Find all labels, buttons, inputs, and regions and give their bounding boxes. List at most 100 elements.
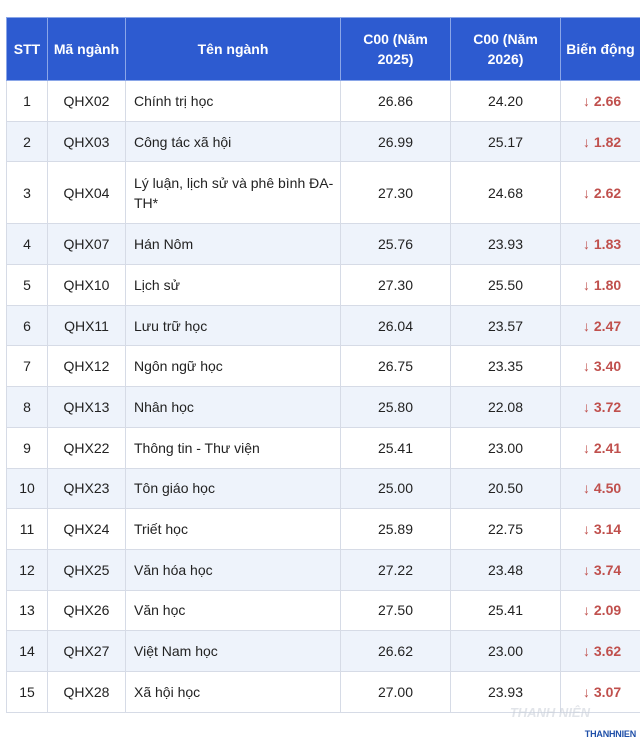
change-value: 3.74 bbox=[593, 561, 622, 578]
cell-name: Triết học bbox=[125, 508, 341, 550]
header-code: Mã ngành bbox=[47, 17, 126, 81]
cell-score-2025: 25.00 bbox=[340, 467, 451, 510]
cell-code: QHX11 bbox=[47, 304, 126, 347]
header-score-2025: C00 (Năm 2025) bbox=[340, 17, 451, 81]
table-row: 3 QHX04 Lý luận, lịch sử và phê bình ĐA-TH… bbox=[6, 161, 640, 225]
cell-stt: 11 bbox=[6, 508, 48, 550]
cell-score-2026: 22.08 bbox=[450, 386, 561, 428]
cell-change: ↓ 2.41 bbox=[560, 426, 640, 469]
cell-name: Xã hội học bbox=[125, 670, 341, 713]
header-score-2026: C00 (Năm 2026) bbox=[450, 17, 561, 81]
cell-score-2025: 26.86 bbox=[340, 80, 451, 122]
cell-name: Lý luận, lịch sử và phê bình ĐA-TH* bbox=[125, 161, 341, 225]
cell-stt: 6 bbox=[6, 304, 48, 347]
change-value: 3.72 bbox=[593, 398, 622, 415]
cell-score-2026: 25.41 bbox=[450, 589, 561, 632]
cell-change: ↓ 1.83 bbox=[560, 223, 640, 266]
table-header: STT Mã ngành Tên ngành C00 (Năm 2025) C0… bbox=[6, 17, 640, 81]
cell-score-2025: 27.22 bbox=[340, 548, 451, 591]
cell-change: ↓ 3.74 bbox=[560, 548, 640, 591]
cell-score-2026: 23.35 bbox=[450, 345, 561, 388]
arrow-down-icon: ↓ bbox=[583, 184, 590, 201]
cell-change: ↓ 2.66 bbox=[560, 80, 640, 122]
watermark-ghost: THANH NIÊN bbox=[509, 705, 590, 720]
change-value: 3.40 bbox=[593, 358, 622, 375]
cell-code: QHX27 bbox=[47, 630, 126, 672]
arrow-down-icon: ↓ bbox=[583, 480, 590, 497]
cell-stt: 4 bbox=[6, 223, 48, 266]
cell-score-2025: 25.41 bbox=[340, 426, 451, 469]
cell-name: Văn học bbox=[125, 589, 341, 632]
change-value: 2.41 bbox=[593, 439, 622, 456]
change-value: 2.47 bbox=[593, 317, 622, 334]
change-value: 3.07 bbox=[593, 683, 622, 700]
header-stt: STT bbox=[6, 17, 48, 81]
cell-name: Hán Nôm bbox=[125, 223, 341, 266]
change-value: 1.80 bbox=[593, 276, 622, 293]
header-name: Tên ngành bbox=[125, 17, 341, 81]
change-value: 2.66 bbox=[593, 92, 622, 109]
cell-code: QHX12 bbox=[47, 345, 126, 388]
cell-score-2025: 25.80 bbox=[340, 386, 451, 428]
cell-name: Tôn giáo học bbox=[125, 467, 341, 510]
table-row: 2 QHX03 Công tác xã hội 26.99 25.17 ↓ 1.82 bbox=[6, 120, 640, 163]
change-value: 3.14 bbox=[593, 521, 622, 538]
cell-score-2026: 22.75 bbox=[450, 508, 561, 550]
cell-code: QHX25 bbox=[47, 548, 126, 591]
cell-name: Ngôn ngữ học bbox=[125, 345, 341, 388]
arrow-down-icon: ↓ bbox=[583, 602, 590, 619]
cell-name: Công tác xã hội bbox=[125, 120, 341, 163]
cell-score-2026: 23.00 bbox=[450, 426, 561, 469]
table-row: 6 QHX11 Lưu trữ học 26.04 23.57 ↓ 2.47 bbox=[6, 304, 640, 347]
change-value: 4.50 bbox=[593, 480, 622, 497]
cell-score-2026: 23.93 bbox=[450, 223, 561, 266]
cell-code: QHX02 bbox=[47, 80, 126, 122]
cell-score-2025: 26.75 bbox=[340, 345, 451, 388]
change-value: 2.09 bbox=[593, 602, 622, 619]
cell-stt: 9 bbox=[6, 426, 48, 469]
table-row: 5 QHX10 Lịch sử 27.30 25.50 ↓ 1.80 bbox=[6, 264, 640, 306]
cell-change: ↓ 3.72 bbox=[560, 386, 640, 428]
cell-name: Lịch sử bbox=[125, 264, 341, 306]
cell-score-2025: 27.30 bbox=[340, 161, 451, 225]
cell-stt: 1 bbox=[6, 80, 48, 122]
cell-score-2025: 25.89 bbox=[340, 508, 451, 550]
cell-change: ↓ 4.50 bbox=[560, 467, 640, 510]
cell-score-2025: 27.50 bbox=[340, 589, 451, 632]
cell-score-2026: 24.68 bbox=[450, 161, 561, 225]
cell-stt: 15 bbox=[6, 670, 48, 713]
cell-change: ↓ 3.14 bbox=[560, 508, 640, 550]
table-row: 10 QHX23 Tôn giáo học 25.00 20.50 ↓ 4.50 bbox=[6, 467, 640, 510]
cell-stt: 13 bbox=[6, 589, 48, 632]
table-row: 11 QHX24 Triết học 25.89 22.75 ↓ 3.14 bbox=[6, 508, 640, 550]
header-change: Biến động bbox=[560, 17, 640, 81]
arrow-down-icon: ↓ bbox=[583, 133, 590, 150]
table-row: 9 QHX22 Thông tin - Thư viện 25.41 23.00 ↓ 2.… bbox=[6, 426, 640, 469]
arrow-down-icon: ↓ bbox=[583, 643, 590, 660]
cell-score-2026: 25.50 bbox=[450, 264, 561, 306]
cell-name: Chính trị học bbox=[125, 80, 341, 122]
cell-code: QHX10 bbox=[47, 264, 126, 306]
cell-score-2025: 26.99 bbox=[340, 120, 451, 163]
cell-stt: 12 bbox=[6, 548, 48, 591]
arrow-down-icon: ↓ bbox=[583, 683, 590, 700]
cell-score-2026: 23.00 bbox=[450, 630, 561, 672]
cell-code: QHX13 bbox=[47, 386, 126, 428]
cell-change: ↓ 2.09 bbox=[560, 589, 640, 632]
cell-stt: 14 bbox=[6, 630, 48, 672]
cell-stt: 5 bbox=[6, 264, 48, 306]
cell-stt: 10 bbox=[6, 467, 48, 510]
cell-name: Nhân học bbox=[125, 386, 341, 428]
cell-change: ↓ 1.82 bbox=[560, 120, 640, 163]
table-body: 1 QHX02 Chính trị học 26.86 24.20 ↓ 2.66 2 QHX0… bbox=[6, 80, 640, 713]
arrow-down-icon: ↓ bbox=[583, 92, 590, 109]
table-row: 1 QHX02 Chính trị học 26.86 24.20 ↓ 2.66 bbox=[6, 80, 640, 122]
cell-change: ↓ 2.62 bbox=[560, 161, 640, 225]
arrow-down-icon: ↓ bbox=[583, 398, 590, 415]
change-value: 1.83 bbox=[593, 236, 622, 253]
cell-stt: 8 bbox=[6, 386, 48, 428]
header-row: STT Mã ngành Tên ngành C00 (Năm 2025) C0… bbox=[6, 17, 640, 81]
cell-score-2026: 25.17 bbox=[450, 120, 561, 163]
cell-change: ↓ 2.47 bbox=[560, 304, 640, 347]
change-value: 3.62 bbox=[593, 643, 622, 660]
